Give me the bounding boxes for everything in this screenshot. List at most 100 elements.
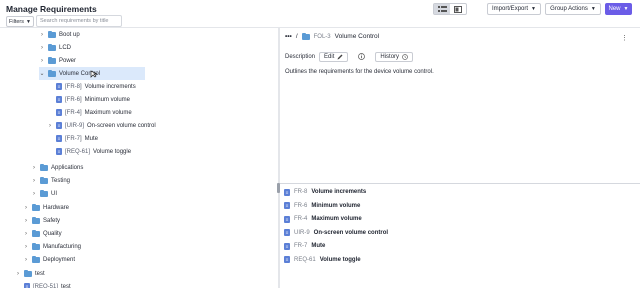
- clock-icon: [402, 54, 408, 60]
- list-item[interactable]: ≡ FR-7 Mute: [284, 240, 325, 252]
- requirement-id: [FR-7]: [65, 135, 82, 142]
- group-actions-button[interactable]: Group Actions ▼: [545, 3, 601, 15]
- chevron-right-icon[interactable]: ›: [15, 271, 21, 277]
- requirement-id: [REQ-61]: [65, 148, 91, 155]
- pencil-icon: [337, 54, 343, 60]
- tree-folder-row[interactable]: › Manufacturing: [23, 240, 81, 253]
- caret-down-icon: ▼: [590, 6, 596, 12]
- chevron-right-icon[interactable]: ›: [23, 218, 29, 224]
- folder-label: LCD: [59, 44, 72, 51]
- tree-folder-row[interactable]: › Power: [39, 54, 76, 67]
- chevron-right-icon[interactable]: ›: [23, 231, 29, 237]
- resize-handle[interactable]: [277, 183, 280, 193]
- tree-folder-row[interactable]: › LCD: [39, 41, 71, 54]
- list-item[interactable]: ≡ FR-8 Volume increments: [284, 186, 366, 198]
- info-icon[interactable]: [358, 52, 366, 62]
- chevron-right-icon[interactable]: ›: [47, 123, 53, 129]
- requirement-title: Mute: [84, 135, 99, 142]
- folder-icon: [32, 255, 40, 263]
- requirement-title: test: [61, 283, 71, 288]
- list-item[interactable]: ≡ FR-4 Maximum volume: [284, 213, 362, 225]
- requirement-icon: ≡: [56, 135, 62, 142]
- tree-requirement-row[interactable]: › ≡ [REQ-51] test: [15, 280, 71, 288]
- breadcrumb-separator: /: [295, 33, 298, 40]
- panel-splitter[interactable]: [278, 28, 280, 288]
- chevron-right-icon[interactable]: ›: [23, 244, 29, 250]
- tree-folder-row[interactable]: › UI: [31, 187, 57, 200]
- detail-panel: ••• / FOL-3 Volume Control ⋮ Description…: [282, 30, 638, 288]
- requirement-icon: ≡: [284, 256, 290, 263]
- new-label: New: [608, 6, 621, 12]
- requirement-icon: ≡: [284, 242, 290, 250]
- folder-label: Hardware: [43, 204, 70, 211]
- folder-name: Volume Control: [334, 33, 380, 40]
- description-text: Outlines the requirements for the device…: [285, 69, 434, 75]
- chevron-right-icon[interactable]: ›: [31, 191, 37, 197]
- tree-folder-row[interactable]: › Boot up: [39, 28, 80, 41]
- tree-requirement-row[interactable]: › ≡ [FR-4] Maximum volume: [47, 106, 132, 119]
- folder-icon: [48, 30, 56, 38]
- folder-icon: [40, 163, 48, 171]
- chevron-right-icon[interactable]: ›: [39, 32, 45, 38]
- folder-icon: [32, 229, 40, 237]
- view-toggle[interactable]: [433, 3, 467, 15]
- tree-requirement-row[interactable]: › ≡ [FR-6] Minimum volume: [47, 93, 130, 106]
- chevron-right-icon[interactable]: ›: [39, 45, 45, 51]
- search-input[interactable]: [36, 15, 122, 27]
- chevron-right-icon[interactable]: ›: [39, 58, 45, 64]
- requirement-id: [FR-8]: [65, 83, 82, 90]
- chevron-right-icon[interactable]: ›: [31, 178, 37, 184]
- requirement-id: FR-8: [294, 189, 308, 195]
- caret-down-icon: ▼: [26, 18, 31, 25]
- tree-requirement-row[interactable]: › ≡ [REQ-61] Volume toggle: [47, 145, 131, 158]
- tree-folder-row[interactable]: › Safety: [23, 214, 60, 227]
- tree-requirement-row[interactable]: › ≡ [FR-7] Mute: [47, 132, 98, 145]
- tree-view-toggle[interactable]: [434, 4, 450, 14]
- detail-divider: [280, 183, 640, 184]
- folder-label: Power: [59, 57, 77, 64]
- requirement-id: FR-4: [294, 216, 308, 222]
- requirement-icon: ≡: [56, 83, 62, 90]
- tree-folder-row[interactable]: › Testing: [31, 174, 70, 187]
- list-item[interactable]: ≡ UIR-9 On-screen volume control: [284, 227, 388, 239]
- detail-tabs: Description Edit History: [285, 52, 414, 62]
- chevron-right-icon[interactable]: ›: [31, 165, 37, 171]
- requirement-title: Volume toggle: [319, 256, 361, 263]
- requirement-id: [UIR-9]: [65, 122, 85, 129]
- edit-button[interactable]: Edit: [319, 52, 349, 62]
- folder-icon: [48, 43, 56, 51]
- tree-folder-row[interactable]: › Quality: [23, 227, 62, 240]
- folder-label: UI: [51, 190, 57, 197]
- tree-folder-row[interactable]: › Applications: [31, 161, 83, 174]
- folder-label: Manufacturing: [43, 243, 82, 250]
- new-button[interactable]: New ▼: [605, 3, 632, 15]
- chevron-down-icon[interactable]: ⌄: [39, 70, 45, 77]
- tree-folder-row[interactable]: › Deployment: [23, 253, 75, 266]
- requirement-title: Volume toggle: [93, 148, 132, 155]
- requirement-title: On-screen volume control: [313, 229, 389, 236]
- caret-down-icon: ▼: [623, 6, 629, 12]
- folder-label: Quality: [43, 230, 62, 237]
- folder-icon: [301, 32, 310, 40]
- tree-folder-row[interactable]: › test: [15, 267, 45, 280]
- tree-folder-row[interactable]: › Hardware: [23, 201, 69, 214]
- history-button[interactable]: History: [375, 52, 414, 62]
- requirement-icon: ≡: [56, 122, 62, 129]
- list-item[interactable]: ≡ FR-6 Minimum volume: [284, 200, 360, 212]
- chevron-right-icon[interactable]: ›: [23, 205, 29, 211]
- more-options-icon[interactable]: ⋮: [621, 34, 628, 42]
- folder-icon: [48, 69, 56, 77]
- import-export-label: Import/Export: [492, 6, 529, 12]
- edit-label: Edit: [324, 54, 335, 60]
- tree-requirement-row[interactable]: › ≡ [UIR-9] On-screen volume control: [47, 119, 156, 132]
- tab-description[interactable]: Description: [285, 54, 315, 60]
- filters-button[interactable]: Filters ▼: [6, 16, 34, 27]
- split-view-toggle[interactable]: [450, 4, 466, 14]
- folder-icon: [48, 56, 56, 64]
- tree-requirement-row[interactable]: › ≡ [FR-8] Volume increments: [47, 80, 136, 93]
- list-item[interactable]: ≡ REQ-61 Volume toggle: [284, 254, 361, 266]
- chevron-right-icon[interactable]: ›: [23, 257, 29, 263]
- breadcrumb-more[interactable]: •••: [285, 33, 292, 40]
- import-export-button[interactable]: Import/Export ▼: [487, 3, 541, 15]
- requirement-id: FR-6: [294, 202, 308, 209]
